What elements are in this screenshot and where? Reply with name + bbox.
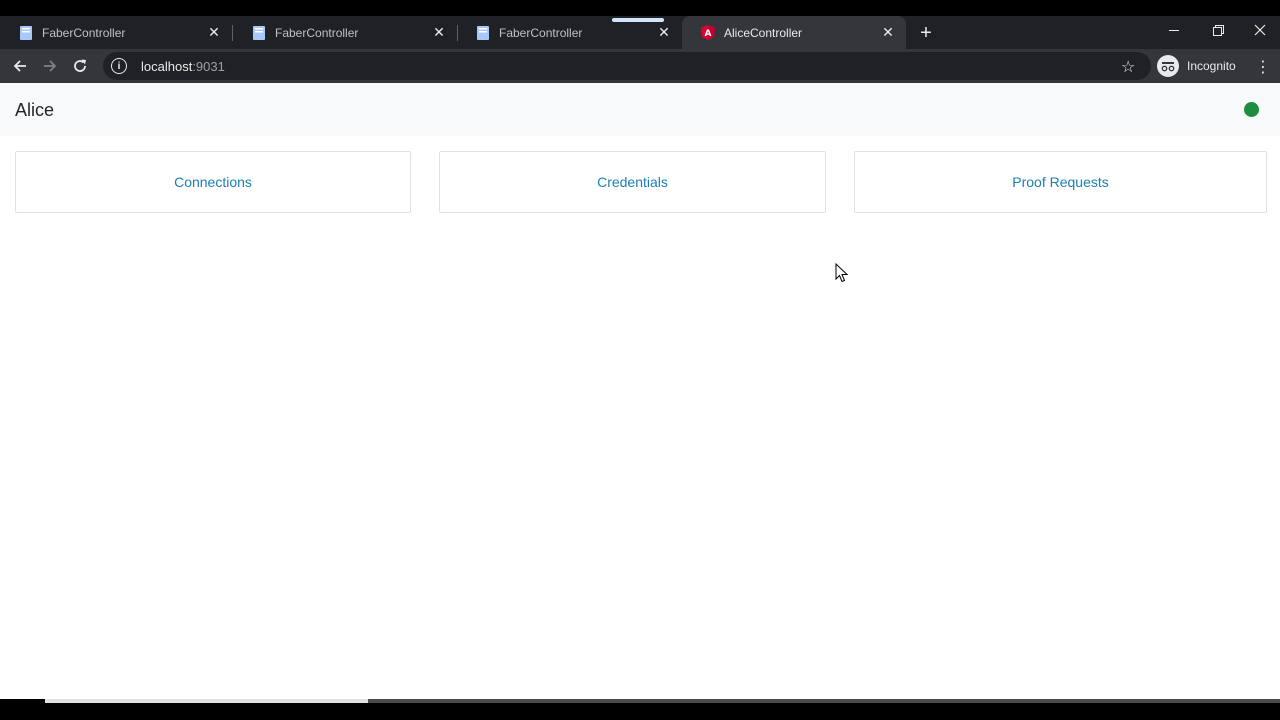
- connection-status-dot-icon: [1244, 102, 1259, 117]
- credentials-link[interactable]: Credentials: [597, 174, 668, 190]
- forward-arrow-icon[interactable]: [37, 53, 63, 79]
- document-icon: [251, 25, 267, 41]
- close-icon[interactable]: ✕: [656, 24, 672, 41]
- url-host: localhost: [141, 58, 193, 74]
- tab-title: FaberController: [275, 25, 359, 40]
- browser-menu-icon[interactable]: ⋮: [1255, 57, 1271, 77]
- mouse-cursor-icon: [835, 263, 849, 283]
- tab-faber-1[interactable]: FaberController ✕: [0, 16, 232, 49]
- incognito-label: Incognito: [1187, 59, 1236, 73]
- close-icon[interactable]: ✕: [880, 24, 896, 41]
- minimize-icon[interactable]: [1152, 16, 1196, 44]
- new-tab-plus-icon[interactable]: +: [914, 21, 938, 45]
- tab-alice[interactable]: A AliceController ✕: [682, 16, 906, 49]
- address-bar[interactable]: i localhost:9031: [103, 52, 1151, 80]
- window-close-icon[interactable]: [1238, 16, 1280, 44]
- app-page: Alice Connections Credentials Proof Requ…: [0, 83, 1280, 699]
- close-icon[interactable]: ✕: [431, 24, 447, 41]
- video-progress-played: [45, 699, 368, 703]
- browser-toolbar: i localhost:9031 ☆ Incognito ⋮: [0, 49, 1280, 83]
- document-icon: [475, 25, 491, 41]
- tab-faber-2[interactable]: FaberController ✕: [233, 16, 457, 49]
- angular-icon: A: [700, 25, 716, 41]
- restore-icon[interactable]: [1196, 16, 1240, 44]
- app-navbar: Alice: [0, 83, 1280, 136]
- connections-card[interactable]: Connections: [15, 151, 411, 213]
- reload-icon[interactable]: [67, 53, 93, 79]
- url-port: :9031: [192, 58, 225, 74]
- connections-link[interactable]: Connections: [174, 174, 252, 190]
- incognito-icon: [1157, 55, 1179, 77]
- tab-title: FaberController: [499, 25, 583, 40]
- bookmark-star-icon[interactable]: ☆: [1121, 57, 1135, 77]
- tab-title: AliceController: [724, 25, 803, 40]
- proof-requests-card[interactable]: Proof Requests: [854, 151, 1267, 213]
- close-icon[interactable]: ✕: [206, 24, 222, 41]
- tab-title: FaberController: [42, 25, 126, 40]
- tab-loading-indicator: [612, 18, 664, 22]
- video-progress-remaining: [368, 699, 1280, 703]
- site-info-icon[interactable]: i: [111, 58, 127, 74]
- credentials-card[interactable]: Credentials: [439, 151, 826, 213]
- proof-requests-link[interactable]: Proof Requests: [1012, 174, 1109, 190]
- app-brand[interactable]: Alice: [15, 100, 54, 121]
- back-arrow-icon[interactable]: [7, 53, 33, 79]
- document-icon: [18, 25, 34, 41]
- incognito-profile-button[interactable]: Incognito: [1157, 53, 1236, 79]
- svg-text:A: A: [705, 29, 712, 39]
- screen-top-strip: [0, 0, 1280, 16]
